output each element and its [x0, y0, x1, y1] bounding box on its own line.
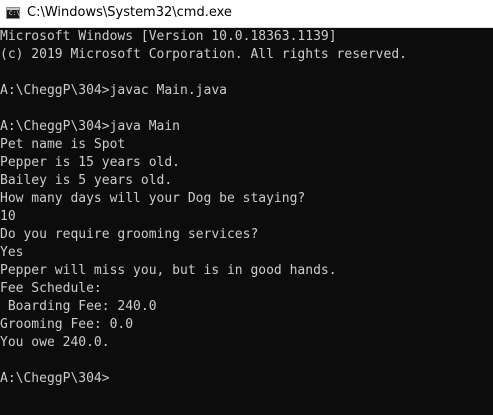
- command-line: A:\CheggP\304>javac Main.java: [0, 83, 227, 98]
- console-line: Pepper is 15 years old.: [0, 155, 181, 170]
- cmd-window: C:\ C:\Windows\System32\cmd.exe Microsof…: [0, 0, 493, 415]
- console-line: (c) 2019 Microsoft Corporation. All righ…: [0, 47, 407, 62]
- console-line: Do you require grooming services?: [0, 227, 259, 242]
- console-line: Pepper will miss you, but is in good han…: [0, 263, 337, 278]
- title-bar[interactable]: C:\ C:\Windows\System32\cmd.exe: [0, 0, 493, 28]
- console-line: How many days will your Dog be staying?: [0, 191, 306, 206]
- console-output[interactable]: Microsoft Windows [Version 10.0.18363.11…: [0, 28, 493, 415]
- console-line: Microsoft Windows [Version 10.0.18363.11…: [0, 29, 337, 44]
- console-line: Bailey is 5 years old.: [0, 173, 173, 188]
- cmd-icon: C:\: [6, 7, 20, 19]
- console-line: Pet name is Spot: [0, 137, 126, 152]
- command-prompt[interactable]: A:\CheggP\304>: [0, 370, 110, 388]
- console-line: Fee Schedule:: [0, 281, 102, 296]
- command-line: A:\CheggP\304>java Main: [0, 119, 181, 134]
- user-input-line: Yes: [0, 245, 24, 260]
- console-line: You owe 240.0.: [0, 335, 110, 350]
- user-input-line: 10: [0, 209, 16, 224]
- console-line: Boarding Fee: 240.0: [0, 299, 157, 314]
- window-title: C:\Windows\System32\cmd.exe: [27, 5, 232, 20]
- console-line: Grooming Fee: 0.0: [0, 317, 134, 332]
